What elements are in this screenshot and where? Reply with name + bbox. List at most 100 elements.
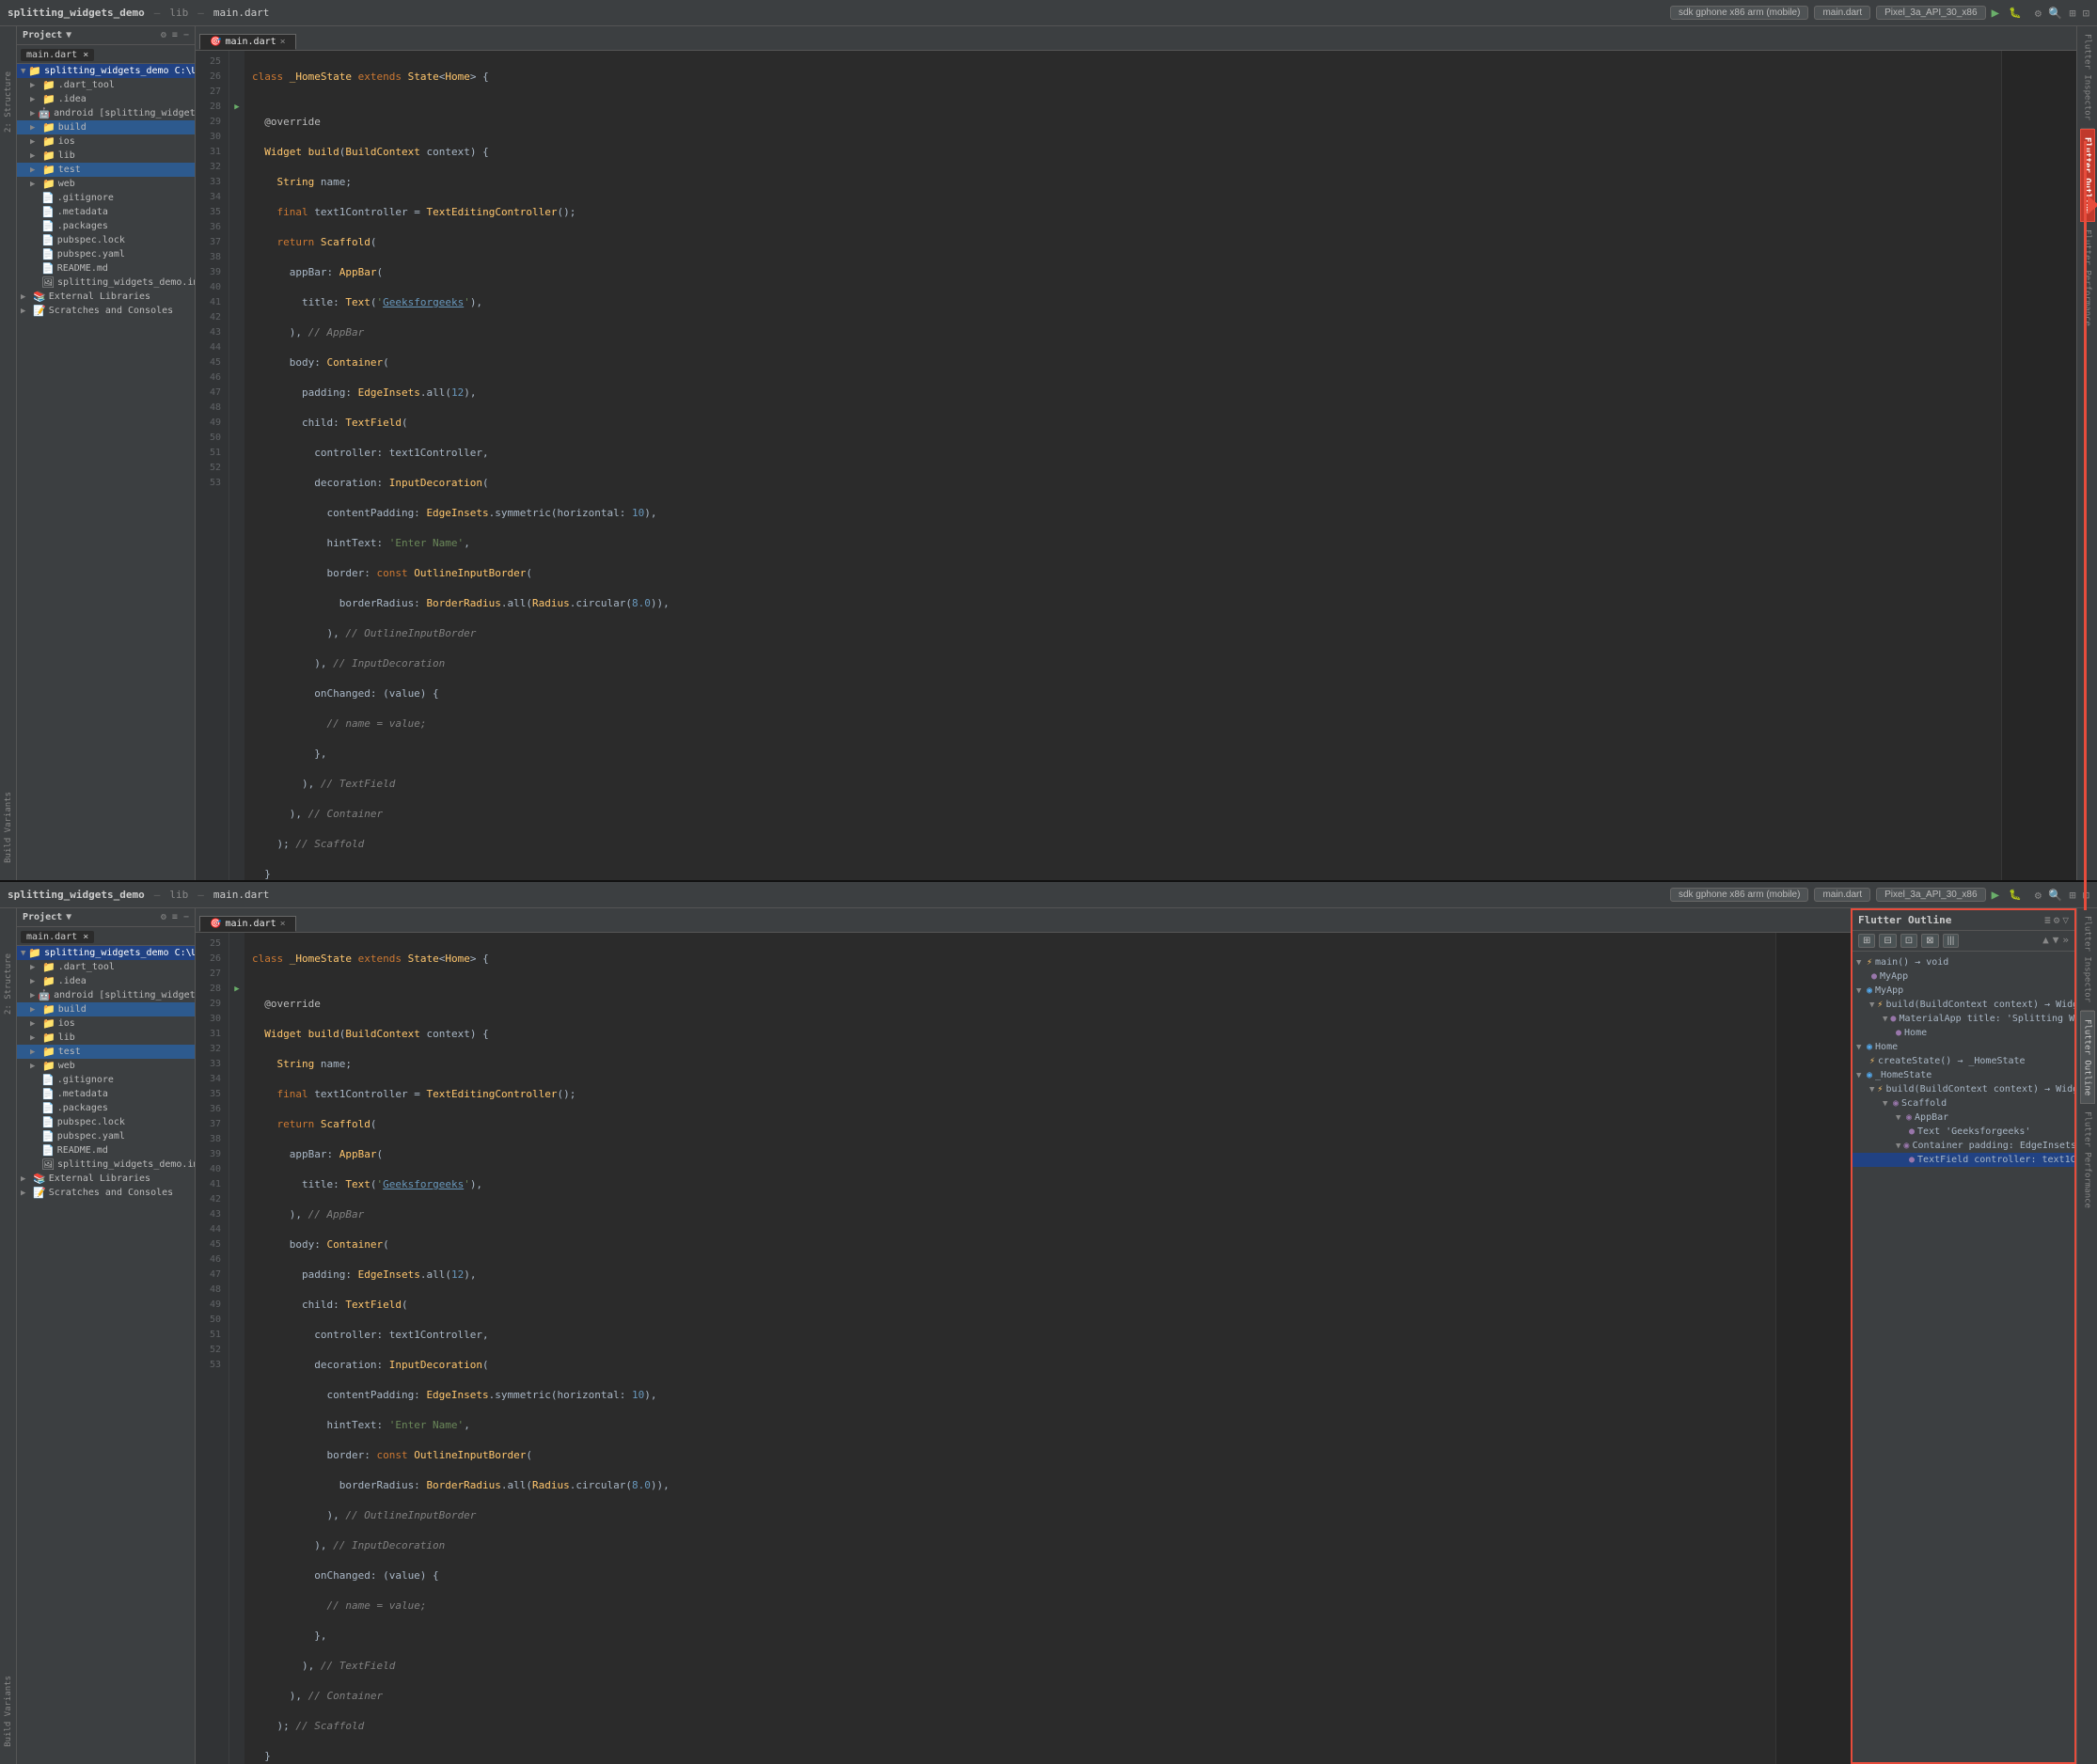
tree-item-dart-tool-bottom[interactable]: ▶ 📁 .dart_tool [17, 960, 195, 974]
code-content-top[interactable]: class _HomeState extends State<Home> { @… [244, 51, 2001, 880]
device-btn-bottom[interactable]: Pixel_3a_API_30_x86 [1876, 888, 1985, 902]
mini-tab-main-bottom[interactable]: main.dart × [21, 931, 94, 943]
outline-list-icon[interactable]: ≡ [2044, 914, 2051, 926]
device-btn[interactable]: Pixel_3a_API_30_x86 [1876, 6, 1985, 20]
line-numbers-bottom: 252627 282930 313233 343536 373839 40414… [196, 933, 229, 1764]
editor-tab-main-bottom[interactable]: 🎯 main.dart × [199, 916, 296, 932]
tree-item-ios-bottom[interactable]: ▶ 📁 ios [17, 1016, 195, 1031]
tree-item-scratches-top[interactable]: ▶ 📝 Scratches and Consoles [17, 304, 195, 318]
tree-item-pubspec-lock[interactable]: 📄 pubspec.lock [17, 233, 195, 247]
code-editor-bottom: 252627 282930 313233 343536 373839 40414… [196, 933, 1851, 1764]
tree-item-web[interactable]: ▶ 📁 web [17, 177, 195, 191]
tree-item-img[interactable]: 🖼 splitting_widgets_demo.im [17, 276, 195, 290]
run-config-btn[interactable]: main.dart [1814, 6, 1870, 20]
tree-item-gitignore-bottom[interactable]: 📄 .gitignore [17, 1073, 195, 1087]
main-file-bottom: main.dart [213, 889, 270, 901]
tree-item-build[interactable]: ▶ 📁 build [17, 120, 195, 134]
tree-item-scratches-bottom[interactable]: ▶ 📝 Scratches and Consoles [17, 1186, 195, 1200]
outline-item-materialapp[interactable]: ▼ ● MaterialApp title: 'Splitting Widget… [1853, 1012, 2074, 1026]
panel-dropdown-bottom[interactable]: ▼ [66, 912, 71, 922]
tree-item-img-bottom[interactable]: 🖼 splitting_widgets_demo.im [17, 1158, 195, 1172]
tree-item-idea-bottom[interactable]: ▶ 📁 .idea [17, 974, 195, 988]
outline-item-myapp-class[interactable]: ▼ ◉ MyApp [1853, 984, 2074, 998]
tree-item-build-bottom[interactable]: ▶ 📁 build [17, 1002, 195, 1016]
outline-settings-icon[interactable]: ⚙ [2054, 914, 2060, 926]
mini-tab-main[interactable]: main.dart × [21, 49, 94, 61]
run-icon-bottom[interactable]: ▶ [1992, 888, 1999, 903]
outline-row-btn[interactable]: ⊡ [1900, 934, 1917, 948]
panel-header-title-top: Project [23, 30, 62, 40]
tree-item-external-bottom[interactable]: ▶ 📚 External Libraries [17, 1172, 195, 1186]
tree-item-metadata[interactable]: 📄 .metadata [17, 205, 195, 219]
editor-tab-main-top[interactable]: 🎯 main.dart × [199, 34, 296, 50]
outline-item-build-myapp[interactable]: ▼ ⚡ build(BuildContext context) → Widget [1853, 998, 2074, 1012]
flutter-outline-tab-bottom[interactable]: Flutter Outline [2080, 1011, 2095, 1104]
tree-item-packages[interactable]: 📄 .packages [17, 219, 195, 233]
build-variants-tab-bottom[interactable]: Build Variants [2, 1668, 15, 1755]
outline-padding-btn[interactable]: ||| [1943, 934, 1960, 948]
flutter-inspector-tab-top[interactable]: Flutter Inspector [2081, 26, 2094, 129]
tree-item-test-bottom[interactable]: ▶ 📁 test [17, 1045, 195, 1059]
tree-item-gitignore[interactable]: 📄 .gitignore [17, 191, 195, 205]
tree-item-android[interactable]: ▶ 🤖 android [splitting_widget... [17, 106, 195, 120]
file-tree-top: main.dart × ▼ 📁 splitting_widgets_demo C… [17, 45, 195, 880]
build-variants-tab-top[interactable]: Build Variants [2, 784, 15, 871]
debug-icon[interactable]: 🐛 [2009, 7, 2022, 19]
debug-icon-bottom[interactable]: 🐛 [2009, 889, 2022, 901]
tree-item-lib[interactable]: ▶ 📁 lib [17, 149, 195, 163]
tree-item-dart-tool[interactable]: ▶ 📁 .dart_tool [17, 78, 195, 92]
tree-item-ios[interactable]: ▶ 📁 ios [17, 134, 195, 149]
outline-item-build-home[interactable]: ▼ ⚡ build(BuildContext context) → Widget [1853, 1082, 2074, 1096]
panel-header-dropdown[interactable]: ▼ [66, 30, 71, 40]
outline-item-main[interactable]: ▼ ⚡ main() → void [1853, 955, 2074, 969]
outline-item-createstate[interactable]: ⚡ createState() → _HomeState [1853, 1054, 2074, 1068]
tree-item-idea[interactable]: ▶ 📁 .idea [17, 92, 195, 106]
outline-down-icon[interactable]: ▼ [2053, 934, 2059, 948]
outline-widget-btn[interactable]: ⊞ [1858, 934, 1875, 948]
code-content-bottom[interactable]: class _HomeState extends State<Home> { @… [244, 933, 1775, 1764]
tree-item-metadata-bottom[interactable]: 📄 .metadata [17, 1087, 195, 1101]
outline-column-btn[interactable]: ⊟ [1879, 934, 1896, 948]
outline-center-btn[interactable]: ⊠ [1921, 934, 1938, 948]
outline-item-myapp-child[interactable]: ● MyApp [1853, 969, 2074, 984]
sdk-device-btn-bottom[interactable]: sdk gphone x86 arm (mobile) [1670, 888, 1809, 902]
outline-item-appbar[interactable]: ▼ ◉ AppBar [1853, 1110, 2074, 1125]
tree-item-readme[interactable]: 📄 README.md [17, 261, 195, 276]
run-icon[interactable]: ▶ [1992, 6, 1999, 21]
toolbar-icons: ⚙ 🔍 ⊞ ⊡ [2035, 7, 2089, 20]
structure-tab-top[interactable]: 2: Structure [2, 64, 15, 140]
minimap-bottom [1775, 933, 1851, 1764]
left-structure-tabs-bottom: 2: Structure Build Variants [0, 908, 17, 1764]
outline-item-home-class[interactable]: ▼ ◉ Home [1853, 1040, 2074, 1054]
outline-item-home-child[interactable]: ● Home [1853, 1026, 2074, 1040]
tree-item-web-bottom[interactable]: ▶ 📁 web [17, 1059, 195, 1073]
tree-item-lib-bottom[interactable]: ▶ 📁 lib [17, 1031, 195, 1045]
tree-item-readme-bottom[interactable]: 📄 README.md [17, 1143, 195, 1158]
outline-item-textfield[interactable]: ● TextField controller: text1Controlle [1853, 1153, 2074, 1167]
tree-item-root-bottom[interactable]: ▼ 📁 splitting_widgets_demo C:\U [17, 946, 195, 960]
tree-item-pubspec-yaml-bottom[interactable]: 📄 pubspec.yaml [17, 1129, 195, 1143]
tree-item-android-bottom[interactable]: ▶ 🤖 android [splitting_widget... [17, 988, 195, 1002]
flutter-inspector-tab-bottom[interactable]: Flutter Inspector [2081, 908, 2094, 1011]
run-config-btn-bottom[interactable]: main.dart [1814, 888, 1870, 902]
gutter-run-top[interactable]: ▶ [229, 100, 244, 115]
flutter-performance-tab-top[interactable]: Flutter Performance [2081, 222, 2094, 334]
outline-up-icon[interactable]: ▲ [2042, 934, 2049, 948]
tree-item-pubspec-lock-bottom[interactable]: 📄 pubspec.lock [17, 1115, 195, 1129]
gutter-run-bottom[interactable]: ▶ [229, 982, 244, 997]
flutter-performance-tab-bottom[interactable]: Flutter Performance [2081, 1104, 2094, 1216]
sdk-device-btn[interactable]: sdk gphone x86 arm (mobile) [1670, 6, 1809, 20]
tree-item-pubspec-yaml[interactable]: 📄 pubspec.yaml [17, 247, 195, 261]
tree-item-packages-bottom[interactable]: 📄 .packages [17, 1101, 195, 1115]
outline-more-icon[interactable]: » [2062, 934, 2069, 948]
outline-item-homestate[interactable]: ▼ ◉ _HomeState [1853, 1068, 2074, 1082]
tree-item-external[interactable]: ▶ 📚 External Libraries [17, 290, 195, 304]
red-arrow-right-top [2088, 196, 2097, 214]
tree-item-test[interactable]: ▶ 📁 test [17, 163, 195, 177]
tree-item-root[interactable]: ▼ 📁 splitting_widgets_demo C:\U [17, 64, 195, 78]
outline-item-container[interactable]: ▼ ◉ Container padding: EdgeInsets.all(12… [1853, 1139, 2074, 1153]
structure-tab-bottom[interactable]: 2: Structure [2, 946, 15, 1022]
outline-filter-icon[interactable]: ▽ [2062, 914, 2069, 926]
outline-item-scaffold[interactable]: ▼ ◉ Scaffold [1853, 1096, 2074, 1110]
outline-item-text[interactable]: ● Text 'Geeksforgeeks' [1853, 1125, 2074, 1139]
